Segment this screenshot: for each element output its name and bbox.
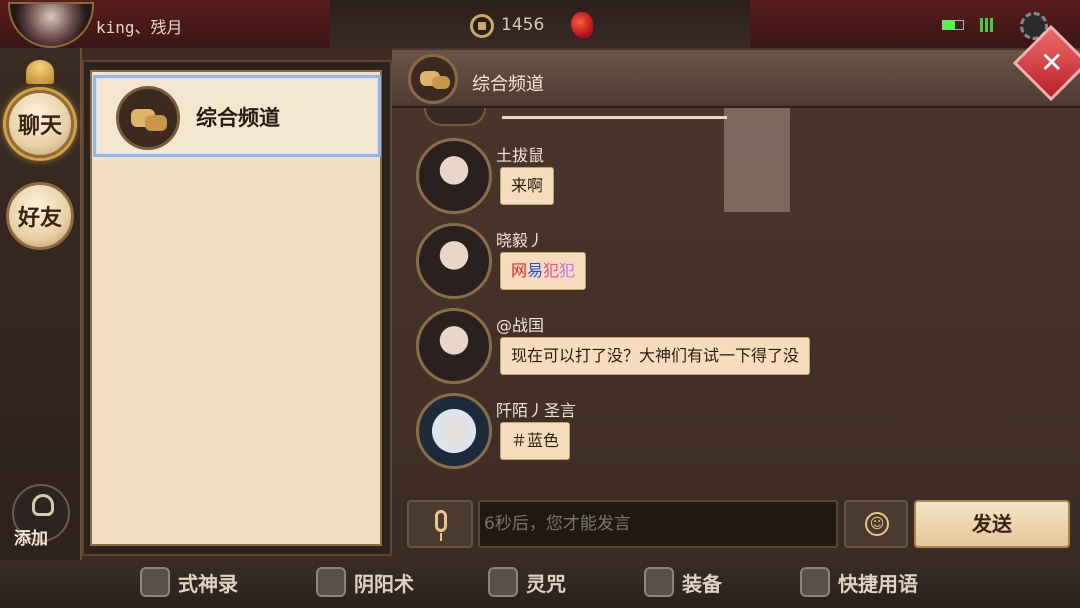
emoji-icon: ☺ (865, 512, 889, 536)
chat-bubbles-icon (116, 86, 180, 150)
helmet-icon (644, 567, 674, 597)
mask-icon (140, 567, 170, 597)
nav-quick-phrases[interactable]: 快捷用语 (800, 562, 918, 602)
background-board (724, 108, 790, 212)
chat-bubbles-icon (408, 54, 458, 104)
voice-button[interactable] (407, 500, 473, 548)
send-button[interactable]: 发送 (914, 500, 1070, 548)
eye-icon (316, 567, 346, 597)
nav-item-label: 装备 (682, 571, 722, 596)
bell-icon (26, 60, 54, 84)
avatar[interactable] (416, 138, 492, 214)
nav-item-label: 灵咒 (526, 571, 566, 596)
message-bubble: 网易犯犯 (500, 252, 587, 290)
message-divider (502, 116, 727, 119)
chat-header: 综合频道 (392, 50, 1080, 108)
avatar[interactable] (424, 108, 486, 126)
battery-icon (942, 20, 964, 30)
nav-item-label: 阴阳术 (354, 571, 414, 596)
player-name: king、残月 (96, 18, 183, 37)
crossed-swords-icon (488, 567, 518, 597)
coin-count: 1456 (501, 15, 545, 35)
avatar[interactable] (416, 223, 492, 299)
scythe-icon (800, 567, 830, 597)
chat-input[interactable] (478, 500, 838, 548)
message-bubble: 来啊 (500, 167, 555, 205)
coin-icon (470, 14, 494, 38)
emoji-button[interactable]: ☺ (844, 500, 908, 548)
friends-tab-button[interactable]: 好友 (6, 182, 74, 250)
add-friend-label: 添加 (14, 529, 48, 549)
add-person-icon (32, 494, 54, 516)
nav-shikigami-record[interactable]: 式神录 (140, 562, 238, 602)
chat-tab-button[interactable]: 聊天 (6, 90, 74, 158)
signal-icon (980, 18, 996, 32)
avatar[interactable] (416, 393, 492, 469)
nav-equipment[interactable]: 装备 (644, 562, 722, 602)
close-icon[interactable]: ✕ (1040, 46, 1063, 79)
channel-item-general[interactable]: 综合频道 (93, 75, 381, 157)
nav-item-label: 式神录 (178, 571, 238, 596)
message-bubble: 现在可以打了没？大神们有试一下得了没 (500, 337, 811, 375)
chat-title: 综合频道 (472, 74, 544, 95)
nav-spell[interactable]: 灵咒 (488, 562, 566, 602)
nav-item-label: 快捷用语 (838, 571, 918, 596)
microphone-stand (440, 533, 442, 541)
microphone-icon (435, 510, 447, 532)
nav-onmyodo[interactable]: 阴阳术 (316, 562, 414, 602)
message-sender[interactable]: 土拔鼠 (496, 142, 544, 166)
message-sender[interactable]: 晓毅丿 (496, 227, 544, 251)
jade-icon (571, 12, 593, 38)
channel-item-label: 综合频道 (196, 106, 280, 130)
avatar[interactable] (416, 308, 492, 384)
message-bubble: ＃蓝色 (500, 422, 571, 460)
message-sender[interactable]: @战国 (496, 312, 544, 336)
message-sender[interactable]: 阡陌丿圣言 (496, 397, 576, 421)
